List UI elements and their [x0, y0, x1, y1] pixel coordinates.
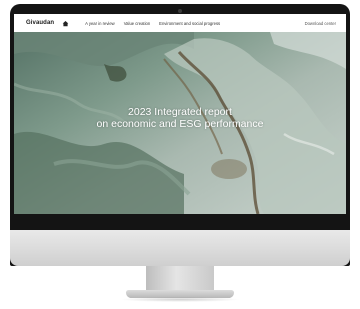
- nav-value-creation[interactable]: Value creation: [124, 21, 150, 26]
- hero-title: 2023 Integrated report on economic and E…: [14, 106, 346, 130]
- monitor-chin: [10, 230, 350, 266]
- nav-year-in-review[interactable]: A year in review: [85, 21, 115, 26]
- main-nav: A year in review Value creation Environm…: [85, 21, 229, 26]
- nav-environment-social-progress[interactable]: Environment and social progress: [159, 21, 220, 26]
- monitor-stand-neck: [146, 266, 214, 292]
- monitor-screen: Givaudan A year in review Value creation…: [14, 14, 346, 214]
- download-center-link[interactable]: Download center: [305, 21, 336, 26]
- camera-icon: [178, 9, 182, 13]
- brand-logo[interactable]: Givaudan: [26, 20, 54, 26]
- hero-title-line1: 2023 Integrated report: [128, 106, 232, 118]
- hero-title-line2: on economic and ESG performance: [96, 118, 264, 130]
- stand-shadow: [120, 297, 240, 302]
- home-icon[interactable]: [62, 20, 69, 27]
- site-header: Givaudan A year in review Value creation…: [14, 14, 346, 32]
